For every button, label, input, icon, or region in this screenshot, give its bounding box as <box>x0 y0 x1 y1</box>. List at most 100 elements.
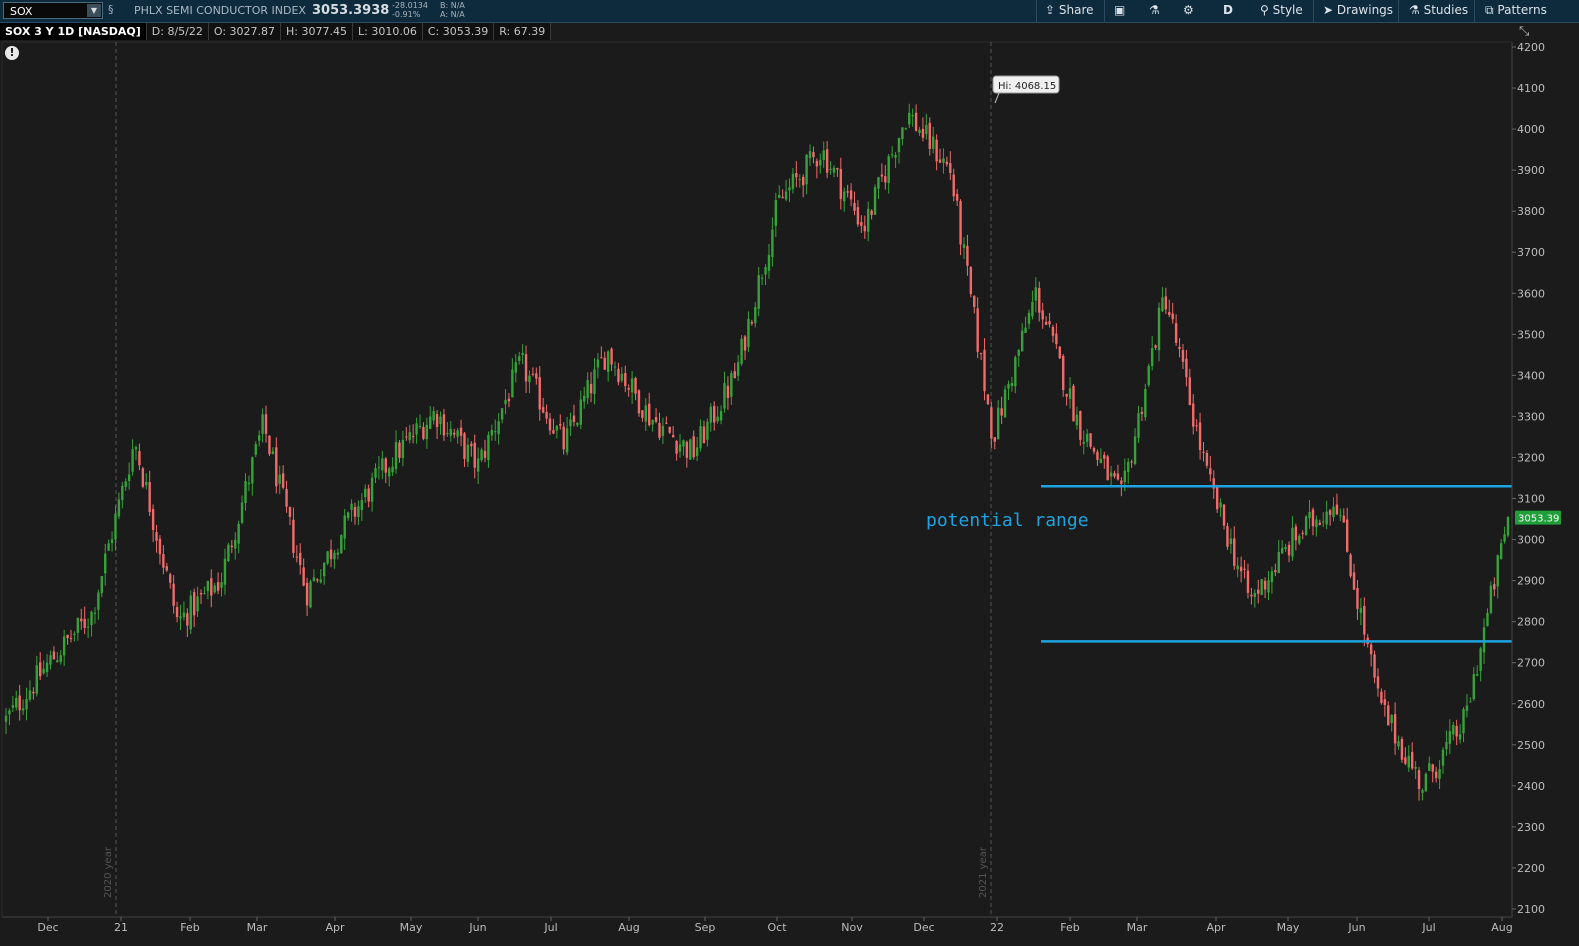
expand-icon[interactable]: ⤡ <box>1519 24 1529 39</box>
candle-body <box>884 176 887 183</box>
period-button[interactable]: D <box>1223 3 1233 17</box>
candle-body <box>918 129 921 134</box>
price-tick-label: 2100 <box>1517 903 1545 916</box>
candle-body <box>969 267 973 294</box>
candle-body <box>1133 436 1137 464</box>
candle-body <box>384 458 387 473</box>
snapshot-icon[interactable]: ▣ <box>1114 3 1125 17</box>
style-button[interactable]: ⚲ Style <box>1260 3 1303 17</box>
link-icon[interactable]: § <box>108 3 114 16</box>
share-button[interactable]: ⇪ Share <box>1045 3 1094 17</box>
candle-body <box>59 655 62 662</box>
candle-body <box>1393 714 1397 744</box>
candle-body <box>1031 301 1034 317</box>
candle-body <box>391 466 394 473</box>
candle-body <box>781 196 784 198</box>
candle-body <box>1298 535 1301 544</box>
time-tick-label: Apr <box>325 921 345 934</box>
time-tick-label: 21 <box>114 921 128 934</box>
candle-body <box>1404 757 1407 764</box>
time-axis[interactable]: Dec 21 Feb Mar Apr May Jun Jul Aug Sep Oct Nov Dec 22… <box>2 916 1513 934</box>
candle-body <box>425 424 429 440</box>
bar-open: O: 3027.87 <box>208 23 282 40</box>
candle-body <box>514 362 517 373</box>
candle-body <box>86 626 90 628</box>
candle-body <box>1150 348 1154 367</box>
candle-body <box>131 449 134 472</box>
symbol-text[interactable]: SOX <box>10 5 32 18</box>
candle-body <box>302 567 305 586</box>
time-tick-label: 22 <box>990 921 1004 934</box>
candle-body <box>1462 709 1465 734</box>
candle-body <box>518 356 521 361</box>
candle-body <box>600 357 603 359</box>
candle-body <box>216 582 220 591</box>
candle-body <box>1304 516 1308 536</box>
drawings-label: Drawings <box>1336 3 1394 17</box>
candle-body <box>938 159 942 163</box>
gear-icon[interactable]: ⚙ <box>1183 3 1194 17</box>
candle-body <box>959 201 962 245</box>
candle-body <box>606 351 610 372</box>
candle-body <box>511 369 514 398</box>
candle-body <box>1103 454 1106 459</box>
candle-body <box>66 634 69 639</box>
price-tick-label: 2800 <box>1517 616 1545 629</box>
candle-body <box>487 434 490 461</box>
candle-body <box>843 191 846 202</box>
candle-body <box>1339 515 1342 517</box>
candle-body <box>309 581 312 608</box>
candle-body <box>90 611 93 626</box>
time-tick-label: Jun <box>1347 921 1365 934</box>
candle-body <box>955 193 959 201</box>
candle-body <box>627 387 630 390</box>
chart-title[interactable]: SOX 3 Y 1D [NASDAQ] <box>0 23 147 40</box>
candle-body <box>322 562 326 577</box>
candle-body <box>644 405 648 422</box>
candle-body <box>949 163 952 173</box>
time-tick-label: Apr <box>1206 921 1226 934</box>
flask-icon[interactable]: ⚗ <box>1149 3 1160 17</box>
candle-body <box>1352 572 1356 590</box>
candle-body <box>1075 414 1079 426</box>
candle-body <box>1229 538 1233 545</box>
patterns-button[interactable]: ⧉ Patterns <box>1485 3 1547 18</box>
symbol-input[interactable]: SOX ▼ <box>3 2 103 19</box>
candle-body <box>4 715 8 722</box>
candle-body <box>237 523 240 544</box>
candle-body <box>815 160 819 167</box>
studies-button[interactable]: ⚗ Studies <box>1409 3 1468 17</box>
candle-body <box>1116 473 1120 480</box>
symbol-dropdown-icon[interactable]: ▼ <box>87 4 101 17</box>
candle-body <box>962 244 966 248</box>
candle-body <box>49 655 52 665</box>
candle-body <box>1144 388 1147 418</box>
candle-body <box>760 277 764 279</box>
candle-body <box>548 418 552 431</box>
time-tick-label: Feb <box>180 921 199 934</box>
candle-body <box>1092 447 1096 452</box>
index-name: PHLX SEMI CONDUCTOR INDEX <box>134 4 306 17</box>
year-dividers: 2020 year 2021 year <box>1 41 1513 918</box>
candle-body <box>671 435 675 438</box>
candle-body <box>880 174 884 177</box>
candle-body <box>1085 433 1089 442</box>
candle-body <box>1263 580 1267 590</box>
bar-high: H: 3077.45 <box>281 23 353 40</box>
price-chart[interactable]: 2020 year 2021 year potential range Hi: 40… <box>0 0 1579 946</box>
candle-body <box>699 425 702 449</box>
price-tick-label: 2700 <box>1517 657 1545 670</box>
candle-body <box>172 583 175 606</box>
candle-body <box>1482 627 1486 653</box>
drawings-button[interactable]: ➤ Drawings <box>1323 3 1393 17</box>
candle-body <box>175 607 179 617</box>
candle-body <box>1291 527 1294 557</box>
price-axis[interactable]: 4200 4100 4000 3900 3800 3700 3600 3500 3400 3300… <box>1511 41 1579 917</box>
candle-body <box>966 245 969 266</box>
candle-body <box>1274 570 1277 573</box>
alert-icon[interactable]: ! <box>5 46 19 60</box>
candle-body <box>1072 385 1075 422</box>
candle-body <box>1503 534 1506 542</box>
candle-body <box>141 468 145 487</box>
candle-body <box>117 499 121 517</box>
